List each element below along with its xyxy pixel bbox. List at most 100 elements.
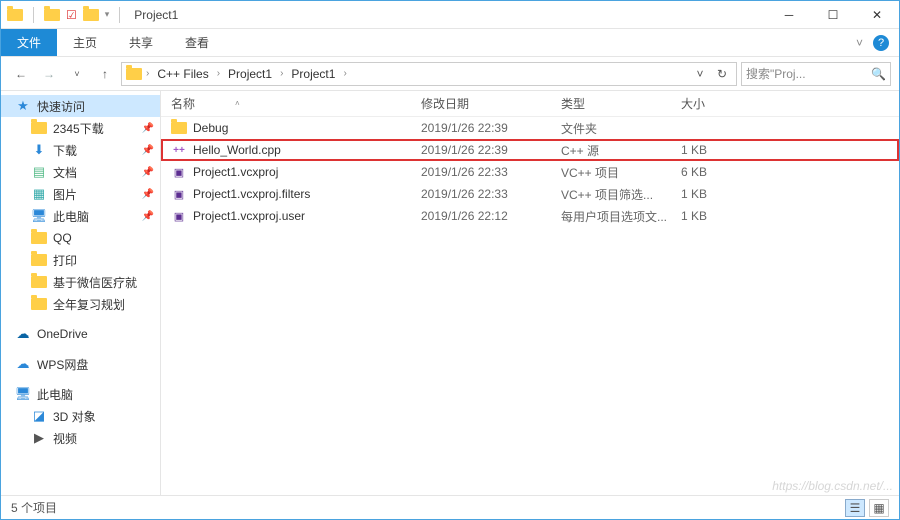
qat-newfolder-icon[interactable] xyxy=(83,9,99,21)
back-button[interactable]: ← xyxy=(9,62,33,86)
search-icon: 🔍 xyxy=(871,67,886,81)
maximize-button[interactable]: ☐ xyxy=(811,1,855,29)
download-icon: ⬇ xyxy=(31,142,47,158)
up-button[interactable]: ↑ xyxy=(93,62,117,86)
breadcrumb[interactable]: C++ Files xyxy=(153,67,212,81)
minimize-button[interactable]: ─ xyxy=(767,1,811,29)
breadcrumb[interactable]: Project1 xyxy=(224,67,276,81)
file-name: Project1.vcxproj.filters xyxy=(193,187,310,201)
qat-properties-icon[interactable]: ☑ xyxy=(66,8,77,22)
pc-icon: 🖥 xyxy=(31,208,47,224)
address-bar[interactable]: › C++ Files › Project1 › Project1 › ˅ ↻ xyxy=(121,62,737,86)
ribbon-expand-icon[interactable]: ˅ xyxy=(856,36,863,50)
address-dropdown-icon[interactable]: ˅ xyxy=(690,67,710,81)
search-input[interactable]: 搜索"Proj... 🔍 xyxy=(741,62,891,86)
vcproj-icon: ▣ xyxy=(171,164,187,180)
nav-item[interactable]: 全年复习规划 xyxy=(1,293,160,315)
file-size: 1 KB xyxy=(681,187,761,201)
file-rows: Debug 2019/1/26 22:39文件夹 ++ Hello_World.cpp… xyxy=(161,117,899,495)
close-button[interactable]: ✕ xyxy=(855,1,899,29)
ribbon-tabs: 文件 主页 共享 查看 ˅ ? xyxy=(1,29,899,57)
nav-item[interactable]: ▶视频 xyxy=(1,427,160,449)
file-date: 2019/1/26 22:39 xyxy=(421,121,561,135)
chevron-right-icon[interactable]: › xyxy=(215,68,222,79)
nav-wps[interactable]: ☁WPS网盘 xyxy=(1,353,160,375)
file-date: 2019/1/26 22:39 xyxy=(421,143,561,157)
chevron-right-icon[interactable]: › xyxy=(341,68,348,79)
nav-item[interactable]: ⬇下载📌 xyxy=(1,139,160,161)
col-size[interactable]: 大小 xyxy=(681,95,761,112)
tab-file[interactable]: 文件 xyxy=(1,29,57,56)
nav-label: 3D 对象 xyxy=(53,408,96,425)
nav-label: 下载 xyxy=(53,142,77,159)
nav-label: OneDrive xyxy=(37,327,88,341)
file-date: 2019/1/26 22:33 xyxy=(421,165,561,179)
address-folder-icon xyxy=(126,68,142,80)
nav-item[interactable]: 基于微信医疗就 xyxy=(1,271,160,293)
file-row[interactable]: ++Hello_World.cpp2019/1/26 22:39C++ 源1 K… xyxy=(161,139,899,161)
view-details-button[interactable]: ☰ xyxy=(845,499,865,517)
nav-item[interactable]: ◪3D 对象 xyxy=(1,405,160,427)
chevron-right-icon[interactable]: › xyxy=(144,68,151,79)
file-row[interactable]: Debug 2019/1/26 22:39文件夹 xyxy=(161,117,899,139)
col-name[interactable]: 名称 xyxy=(171,95,195,112)
tab-view[interactable]: 查看 xyxy=(169,29,225,56)
breadcrumb[interactable]: Project1 xyxy=(287,67,339,81)
file-type: 每用户项目选项文... xyxy=(561,208,681,225)
window-title: Project1 xyxy=(134,8,178,22)
forward-button[interactable]: → xyxy=(37,62,61,86)
nav-quick-access[interactable]: ★ 快速访问 xyxy=(1,95,160,117)
nav-label: 文档 xyxy=(53,164,77,181)
refresh-icon[interactable]: ↻ xyxy=(712,67,732,81)
nav-label: 视频 xyxy=(53,430,77,447)
file-size: 6 KB xyxy=(681,165,761,179)
nav-thispc[interactable]: 🖥此电脑 xyxy=(1,383,160,405)
file-type: VC++ 项目 xyxy=(561,164,681,181)
nav-item[interactable]: ▤文档📌 xyxy=(1,161,160,183)
nav-item[interactable]: 2345下载📌 xyxy=(1,117,160,139)
tab-home[interactable]: 主页 xyxy=(57,29,113,56)
vcproj-icon: ▣ xyxy=(171,208,187,224)
nav-onedrive[interactable]: ☁OneDrive xyxy=(1,323,160,345)
document-icon: ▤ xyxy=(31,164,47,180)
nav-label: 2345下载 xyxy=(53,120,104,137)
qat-open-icon[interactable] xyxy=(44,9,60,21)
recent-dropdown[interactable]: ˅ xyxy=(65,62,89,86)
nav-label: 基于微信医疗就 xyxy=(53,274,137,291)
nav-label: QQ xyxy=(53,231,72,245)
pc-icon: 🖥 xyxy=(15,386,31,402)
cpp-icon: ++ xyxy=(171,142,187,158)
file-name: Project1.vcxproj xyxy=(193,165,278,179)
nav-item[interactable]: 打印 xyxy=(1,249,160,271)
tab-share[interactable]: 共享 xyxy=(113,29,169,56)
qat-dropdown-icon[interactable]: ▾ xyxy=(105,9,110,20)
nav-item[interactable]: ▦图片📌 xyxy=(1,183,160,205)
nav-item[interactable]: 🖥 此电脑 📌 xyxy=(1,205,160,227)
column-headers: 名称˄ 修改日期 类型 大小 xyxy=(161,91,899,117)
file-row[interactable]: ▣ Project1.vcxproj 2019/1/26 22:33VC++ 项目6… xyxy=(161,161,899,183)
folder-icon xyxy=(171,122,187,134)
nav-label: 此电脑 xyxy=(53,208,89,225)
nav-item[interactable]: QQ xyxy=(1,227,160,249)
col-type[interactable]: 类型 xyxy=(561,95,681,112)
col-date[interactable]: 修改日期 xyxy=(421,95,561,112)
file-row[interactable]: ▣Project1.vcxproj.filters2019/1/26 22:33… xyxy=(161,183,899,205)
pictures-icon: ▦ xyxy=(31,186,47,202)
pin-icon: 📌 xyxy=(142,211,154,222)
file-row[interactable]: ▣Project1.vcxproj.user2019/1/26 22:12每用户… xyxy=(161,205,899,227)
folder-icon xyxy=(31,122,47,134)
app-icon xyxy=(7,9,23,21)
view-icons-button[interactable]: ▦ xyxy=(869,499,889,517)
navigation-pane: ★ 快速访问 2345下载📌 ⬇下载📌 ▤文档📌 ▦图片📌 🖥此电脑📌 QQ 打… xyxy=(1,91,161,495)
chevron-right-icon[interactable]: › xyxy=(278,68,285,79)
help-icon[interactable]: ? xyxy=(873,35,889,51)
status-bar: 5 个项目 ☰ ▦ xyxy=(1,495,899,519)
file-type: 文件夹 xyxy=(561,120,681,137)
file-type: C++ 源 xyxy=(561,142,681,159)
nav-label: WPS网盘 xyxy=(37,356,88,373)
nav-label: 图片 xyxy=(53,186,77,203)
file-name: Hello_World.cpp xyxy=(193,143,281,157)
nav-label: 快速访问 xyxy=(37,98,85,115)
folder-icon xyxy=(31,254,47,266)
file-name: Debug xyxy=(193,121,228,135)
